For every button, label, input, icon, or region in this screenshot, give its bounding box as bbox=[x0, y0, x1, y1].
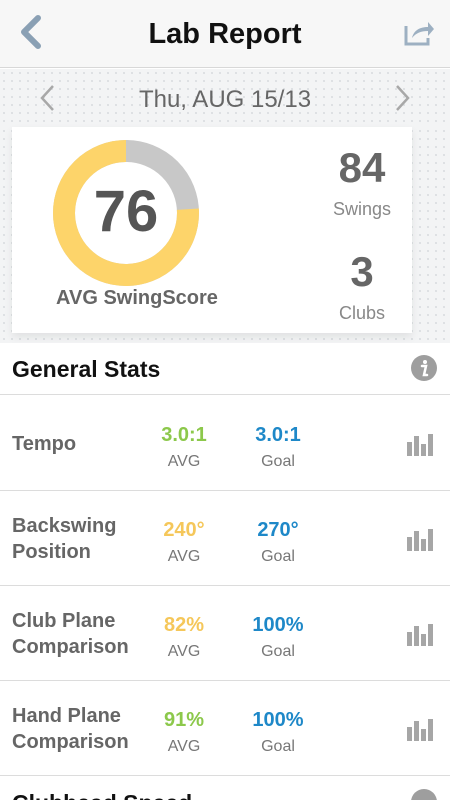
stat-row-backswing[interactable]: Backswing Position 240° AVG 270° Goal bbox=[0, 491, 450, 586]
avg-value: 82% bbox=[163, 614, 205, 636]
info-icon[interactable] bbox=[410, 354, 438, 382]
stat-row-hand-plane[interactable]: Hand Plane Comparison 91% AVG 100% Goal bbox=[0, 681, 450, 776]
avg-column: 82% AVG bbox=[144, 614, 224, 661]
goal-column: 3.0:1 Goal bbox=[238, 424, 318, 471]
avg-label: AVG bbox=[167, 738, 201, 755]
summary-panel: 76 AVG SwingScore 84 Swings 3 Clubs bbox=[0, 127, 450, 343]
swings-metric: 84 Swings bbox=[312, 145, 412, 220]
stat-row-club-plane[interactable]: Club Plane Comparison 82% AVG 100% Goal bbox=[0, 586, 450, 681]
stat-name: Backswing Position bbox=[12, 514, 117, 563]
section-title: General Stats bbox=[12, 356, 161, 382]
share-icon[interactable] bbox=[402, 16, 436, 48]
stat-row-tempo[interactable]: Tempo 3.0:1 AVG 3.0:1 Goal bbox=[0, 396, 450, 491]
clubs-value: 3 bbox=[350, 248, 374, 295]
swingscore-value: 76 bbox=[93, 179, 159, 244]
swingscore-donut: 76 bbox=[51, 138, 201, 288]
avg-column: 3.0:1 AVG bbox=[144, 424, 224, 471]
swingscore-label: AVG SwingScore bbox=[56, 287, 218, 309]
stat-name: Tempo bbox=[12, 432, 77, 455]
date-navigator: Thu, AUG 15/13 bbox=[0, 69, 450, 127]
goal-label: Goal bbox=[261, 738, 295, 755]
date-label: Thu, AUG 15/13 bbox=[138, 86, 312, 113]
goal-value: 100% bbox=[252, 709, 304, 731]
goal-column: 270° Goal bbox=[238, 519, 318, 566]
bar-chart-icon[interactable] bbox=[406, 432, 436, 456]
avg-column: 240° AVG bbox=[144, 519, 224, 566]
goal-label: Goal bbox=[261, 643, 295, 660]
clubs-metric: 3 Clubs bbox=[312, 249, 412, 324]
header-bar: Lab Report bbox=[0, 0, 450, 68]
avg-label: AVG bbox=[167, 548, 201, 565]
page-title: Lab Report bbox=[148, 18, 302, 50]
swings-value: 84 bbox=[338, 144, 386, 191]
stat-name: Hand Plane Comparison bbox=[12, 704, 129, 753]
avg-label: AVG bbox=[167, 643, 201, 660]
avg-value: 240° bbox=[163, 519, 205, 541]
goal-value: 3.0:1 bbox=[255, 424, 301, 446]
goal-value: 100% bbox=[252, 614, 304, 636]
goal-label: Goal bbox=[261, 548, 295, 565]
goal-column: 100% Goal bbox=[238, 614, 318, 661]
bar-chart-icon[interactable] bbox=[406, 622, 436, 646]
bar-chart-icon[interactable] bbox=[406, 527, 436, 551]
section-title: Clubhead Speed bbox=[12, 790, 192, 800]
goal-label: Goal bbox=[261, 453, 295, 470]
avg-label: AVG bbox=[167, 453, 201, 470]
stat-name: Club Plane Comparison bbox=[12, 609, 129, 658]
goal-column: 100% Goal bbox=[238, 709, 318, 756]
summary-card: 76 AVG SwingScore 84 Swings 3 Clubs bbox=[12, 127, 412, 333]
goal-value: 270° bbox=[257, 519, 299, 541]
general-stats-header: General Stats bbox=[0, 343, 450, 395]
chevron-right-icon[interactable] bbox=[390, 83, 414, 113]
avg-value: 91% bbox=[163, 709, 205, 731]
avg-column: 91% AVG bbox=[144, 709, 224, 756]
info-icon[interactable] bbox=[410, 788, 438, 800]
clubhead-speed-header: Clubhead Speed bbox=[0, 777, 450, 800]
clubs-label: Clubs bbox=[338, 303, 386, 323]
bar-chart-icon[interactable] bbox=[406, 717, 436, 741]
swings-label: Swings bbox=[332, 199, 392, 219]
avg-value: 3.0:1 bbox=[161, 424, 207, 446]
